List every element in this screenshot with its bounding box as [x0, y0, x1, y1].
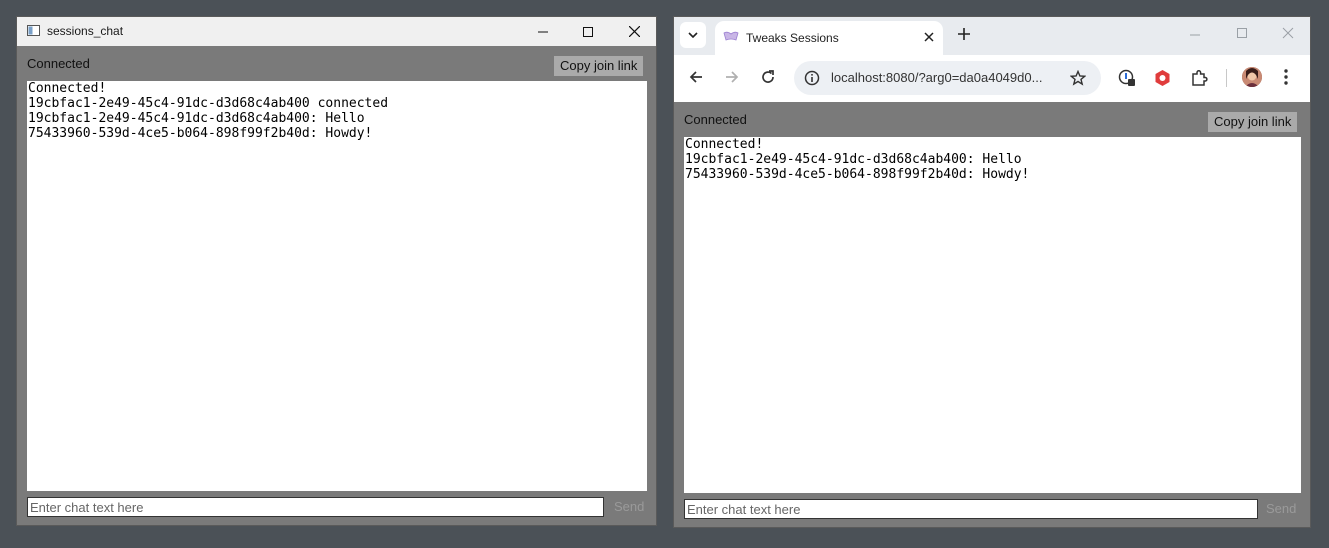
forward-icon[interactable]	[724, 69, 740, 85]
close-button[interactable]	[611, 17, 657, 46]
chevron-down-icon	[688, 32, 698, 38]
chat-line: 19cbfac1-2e49-45c4-91dc-d3d68c4ab400 con…	[28, 96, 389, 111]
chat-line: 19cbfac1-2e49-45c4-91dc-d3d68c4ab400: He…	[28, 111, 365, 126]
close-icon[interactable]	[1282, 27, 1294, 39]
connection-status: Connected	[27, 56, 90, 71]
tab-close-icon[interactable]	[923, 31, 935, 43]
tab-title: Tweaks Sessions	[746, 31, 839, 45]
extensions-puzzle-icon[interactable]	[1190, 69, 1208, 87]
maximize-icon	[583, 26, 593, 37]
password-manager-icon[interactable]	[1118, 69, 1136, 87]
window-title: sessions_chat	[47, 24, 124, 38]
profile-avatar-icon	[1242, 67, 1262, 87]
minimize-icon[interactable]	[1189, 27, 1201, 39]
reload-icon[interactable]	[760, 69, 776, 85]
tab-tweaks-sessions[interactable]: Tweaks Sessions	[715, 21, 943, 55]
minimize-button[interactable]	[520, 17, 566, 46]
toolbar-separator	[1226, 69, 1227, 87]
app-icon	[27, 25, 40, 36]
browser-window: Tweaks Sessions localhost:8080/?arg0=da0…	[673, 16, 1311, 528]
copy-join-link-button[interactable]: Copy join link	[554, 56, 644, 76]
sessions-chat-window: sessions_chat Connected Copy join link C…	[16, 16, 657, 526]
tab-strip[interactable]: Tweaks Sessions	[674, 17, 1310, 55]
new-tab-icon[interactable]	[957, 27, 971, 41]
maximize-icon[interactable]	[1236, 27, 1248, 39]
url-text: localhost:8080/?arg0=da0a4049d0...	[831, 70, 1043, 85]
window-titlebar[interactable]: sessions_chat	[17, 17, 656, 46]
chat-line: 19cbfac1-2e49-45c4-91dc-d3d68c4ab400: He…	[685, 152, 1022, 167]
maximize-button[interactable]	[565, 17, 611, 46]
close-icon	[628, 26, 640, 37]
chat-log: Connected! 19cbfac1-2e49-45c4-91dc-d3d68…	[27, 81, 647, 491]
chat-log: Connected! 19cbfac1-2e49-45c4-91dc-d3d68…	[684, 137, 1301, 493]
kebab-menu-icon[interactable]	[1284, 69, 1288, 85]
address-bar[interactable]: localhost:8080/?arg0=da0a4049d0...	[794, 61, 1101, 95]
send-button[interactable]: Send	[608, 498, 650, 515]
minimize-icon	[538, 31, 548, 32]
chat-input[interactable]	[27, 497, 604, 517]
site-info-icon[interactable]	[804, 70, 820, 86]
chat-input[interactable]	[684, 499, 1258, 519]
extension-shield-icon[interactable]	[1154, 69, 1171, 87]
back-icon[interactable]	[688, 69, 704, 85]
profile-avatar[interactable]	[1242, 67, 1262, 87]
chat-line: Connected!	[28, 81, 107, 96]
send-button[interactable]: Send	[1260, 500, 1302, 517]
favicon-icon	[723, 31, 739, 41]
chat-line: 75433960-539d-4ce5-b064-898f99f2b40d: Ho…	[28, 126, 373, 141]
tab-search-button[interactable]	[680, 22, 706, 48]
connection-status: Connected	[684, 112, 747, 127]
copy-join-link-button[interactable]: Copy join link	[1208, 112, 1298, 132]
chat-line: Connected!	[685, 137, 764, 152]
chat-line: 75433960-539d-4ce5-b064-898f99f2b40d: Ho…	[685, 167, 1030, 182]
browser-toolbar: localhost:8080/?arg0=da0a4049d0...	[674, 55, 1310, 102]
bookmark-star-icon[interactable]	[1070, 70, 1086, 86]
